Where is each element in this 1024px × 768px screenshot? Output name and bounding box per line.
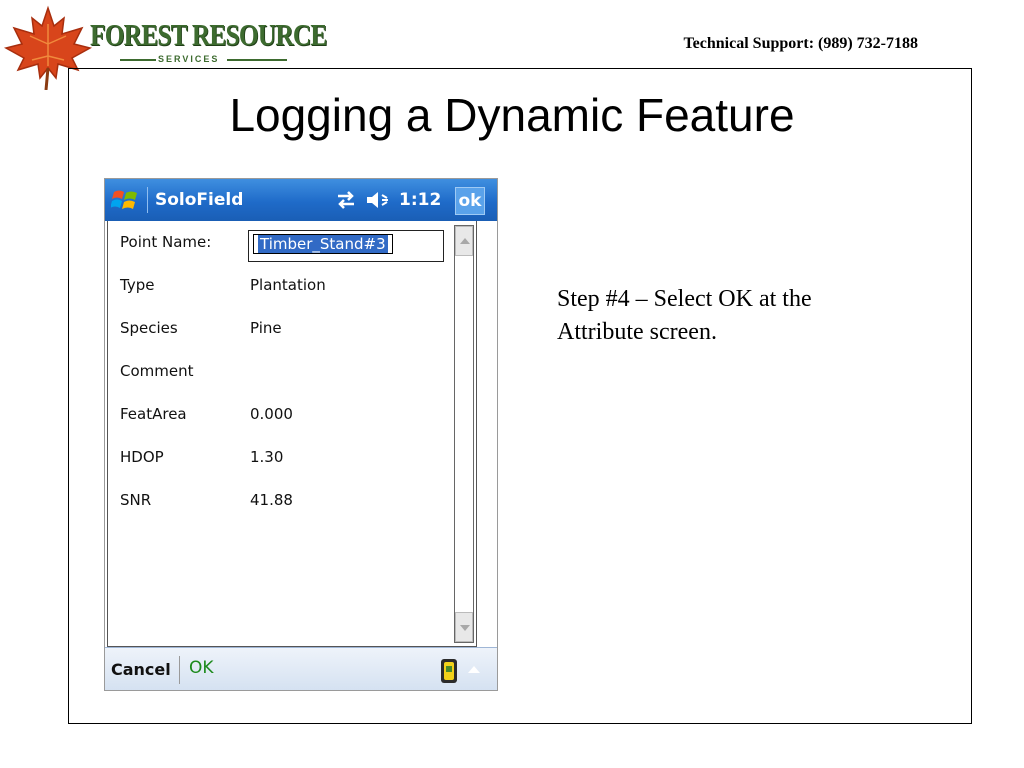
step-instruction: Step #4 – Select OK at the Attribute scr… [557, 286, 812, 345]
input-panel-icon[interactable] [439, 658, 459, 684]
field-value: 0.000 [250, 405, 293, 423]
chevron-up-icon[interactable] [468, 666, 480, 673]
clock[interactable]: 1:12 [399, 190, 441, 210]
field-label: FeatArea [120, 405, 187, 423]
field-label: Type [120, 276, 155, 294]
title-bar: SoloField 1:12 ok [105, 179, 497, 221]
ok-title-button[interactable]: ok [455, 187, 485, 215]
point-name-input[interactable]: Timber_Stand#3 [248, 230, 444, 262]
title-bar-separator [147, 187, 148, 213]
field-label: Comment [120, 362, 194, 380]
scroll-up-button[interactable] [455, 226, 473, 256]
arrow-down-icon [460, 625, 470, 631]
device-screen: SoloField 1:12 ok Point Name: Timber_Sta… [104, 178, 498, 691]
app-name: SoloField [155, 190, 244, 210]
field-label: Species [120, 319, 178, 337]
ok-button[interactable]: OK [189, 658, 214, 678]
field-label: Point Name: [120, 233, 212, 251]
support-phone: Technical Support: (989) 732-7188 [683, 35, 918, 52]
point-name-value: Timber_Stand#3 [258, 235, 388, 253]
volume-icon[interactable] [365, 189, 393, 211]
connectivity-icon[interactable] [334, 189, 358, 211]
field-value: 1.30 [250, 448, 284, 466]
field-label: SNR [120, 491, 152, 509]
cancel-button[interactable]: Cancel [111, 660, 171, 679]
logo-divider [227, 59, 287, 61]
logo-subtitle: SERVICES [158, 54, 220, 64]
scrollbar[interactable] [454, 225, 474, 643]
slide-title: Logging a Dynamic Feature [229, 89, 795, 141]
logo-divider [120, 59, 156, 61]
scroll-down-button[interactable] [455, 612, 473, 642]
field-value: Pine [250, 319, 282, 337]
field-label: HDOP [120, 448, 164, 466]
arrow-up-icon [460, 238, 470, 244]
logo-title: FOREST RESOURCE [90, 17, 327, 52]
windows-start-icon[interactable] [111, 187, 139, 213]
menu-bar-separator [179, 656, 180, 684]
field-value: 41.88 [250, 491, 293, 509]
field-value: Plantation [250, 276, 326, 294]
attribute-form: Point Name: Timber_Stand#3 Type Plantati… [107, 221, 477, 647]
menu-bar: Cancel OK [105, 647, 497, 690]
